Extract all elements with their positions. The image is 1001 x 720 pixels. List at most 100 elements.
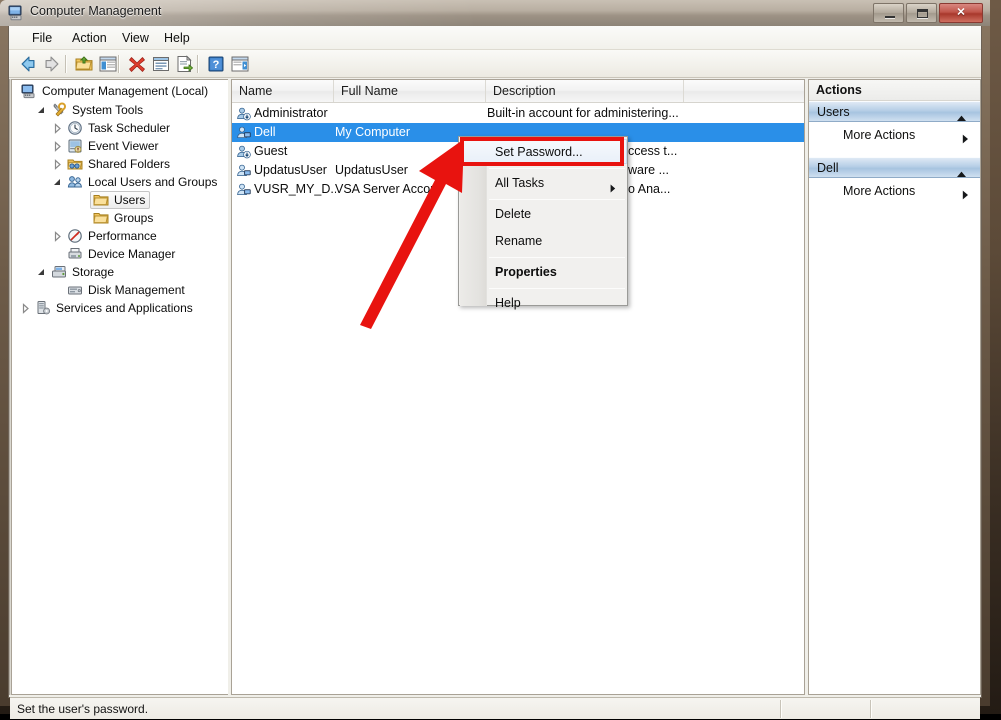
table-row[interactable]: Administrator Built-in account for admin… xyxy=(232,104,804,123)
cell-name: Guest xyxy=(254,142,334,161)
tree-expander-collapsed[interactable] xyxy=(52,231,63,242)
close-button[interactable]: ✕ xyxy=(939,3,983,23)
menu-bar: File Action View Help xyxy=(9,26,981,50)
column-header-description[interactable]: Description xyxy=(486,80,684,102)
context-menu-separator xyxy=(489,168,625,169)
context-menu-item-label: Properties xyxy=(495,259,557,286)
export-list-icon[interactable] xyxy=(174,53,196,75)
context-menu-item-label: Delete xyxy=(495,201,531,228)
tree-item-label: Users xyxy=(114,191,145,209)
show-console-tree-icon[interactable] xyxy=(97,53,119,75)
actions-item-more-actions-users[interactable]: More Actions xyxy=(809,123,980,147)
event-viewer-icon xyxy=(67,138,83,154)
shared-folders-icon xyxy=(67,156,83,172)
actions-item-label: More Actions xyxy=(843,123,915,147)
context-menu-item-all-tasks[interactable]: All Tasks xyxy=(460,170,628,197)
actions-group-label: Users xyxy=(817,102,850,123)
tree-expander-collapsed[interactable] xyxy=(52,141,63,152)
user-builtin-icon xyxy=(236,144,251,159)
cell-description: ware ... xyxy=(628,161,788,180)
tree-item-label: Shared Folders xyxy=(88,155,170,173)
services-icon xyxy=(35,300,51,316)
show-action-pane-icon[interactable] xyxy=(229,53,251,75)
storage-icon xyxy=(51,264,67,280)
actions-group-users[interactable]: Users xyxy=(809,101,980,122)
actions-pane-title: Actions xyxy=(809,80,980,101)
toolbar-separator xyxy=(197,55,198,73)
actions-item-more-actions-dell[interactable]: More Actions xyxy=(809,179,980,203)
tree-item-label: Groups xyxy=(114,209,153,227)
tree-expander-expanded[interactable] xyxy=(52,177,63,188)
window-title: Computer Management xyxy=(30,4,161,18)
folder-icon xyxy=(93,210,109,226)
delete-icon[interactable] xyxy=(126,53,148,75)
submenu-arrow-icon xyxy=(962,187,969,205)
context-menu-item-help[interactable]: Help xyxy=(460,290,628,317)
cell-full-name xyxy=(335,104,485,123)
cell-description: ccess t... xyxy=(628,142,788,161)
tree-item-label: Services and Applications xyxy=(56,299,193,317)
context-menu-item-label: All Tasks xyxy=(495,170,544,197)
list-column-header: Name Full Name Description xyxy=(232,80,804,103)
tree-expander-expanded[interactable] xyxy=(36,105,47,116)
context-menu-item-properties[interactable]: Properties xyxy=(460,259,628,286)
computer-icon xyxy=(21,83,37,99)
annotation-highlight-box xyxy=(460,137,624,166)
tree-expander-collapsed[interactable] xyxy=(52,159,63,170)
up-folder-icon[interactable] xyxy=(73,53,95,75)
menu-view[interactable]: View xyxy=(115,30,156,47)
actions-group-label: Dell xyxy=(817,158,839,179)
folder-icon xyxy=(93,192,109,208)
column-header-full-name[interactable]: Full Name xyxy=(334,80,486,102)
context-menu-item-rename[interactable]: Rename xyxy=(460,228,628,255)
title-bar[interactable]: Computer Management ✕ xyxy=(0,0,990,26)
user-icon xyxy=(236,163,251,178)
menu-help[interactable]: Help xyxy=(157,30,197,47)
status-bar: Set the user's password. xyxy=(10,697,980,719)
cell-name: Administrator xyxy=(254,104,334,123)
tree-item-label: Event Viewer xyxy=(88,137,158,155)
menu-action[interactable]: Action xyxy=(65,30,114,47)
tree-item-label: Disk Management xyxy=(88,281,185,299)
back-icon[interactable] xyxy=(17,53,39,75)
cell-description: Built-in account for administering... xyxy=(487,104,737,123)
actions-group-dell[interactable]: Dell xyxy=(809,157,980,178)
maximize-icon xyxy=(917,9,928,18)
column-header-name[interactable]: Name xyxy=(232,80,334,102)
tree-item-label: Local Users and Groups xyxy=(88,173,217,191)
context-menu-item-label: Help xyxy=(495,290,521,317)
column-header-blank[interactable] xyxy=(684,80,804,102)
minimize-icon xyxy=(885,16,895,18)
tree-item-label: Performance xyxy=(88,227,157,245)
tree-item-label: Device Manager xyxy=(88,245,175,263)
minimize-button[interactable] xyxy=(873,3,904,23)
context-menu-separator xyxy=(489,288,625,289)
tree-item-label: System Tools xyxy=(72,101,143,119)
menu-file[interactable]: File xyxy=(25,30,59,47)
window-frame: Computer Management ✕ File Action View H… xyxy=(0,0,1001,714)
context-menu-item-label: Rename xyxy=(495,228,542,255)
help-icon[interactable]: ? xyxy=(205,53,227,75)
status-bar-text: Set the user's password. xyxy=(17,698,148,720)
user-builtin-icon xyxy=(236,106,251,121)
disk-management-icon xyxy=(67,282,83,298)
svg-text:?: ? xyxy=(213,59,220,71)
properties-icon[interactable] xyxy=(150,53,172,75)
context-menu-item-delete[interactable]: Delete xyxy=(460,201,628,228)
submenu-arrow-icon xyxy=(610,180,616,198)
tree-expander-collapsed[interactable] xyxy=(52,123,63,134)
users-groups-icon xyxy=(67,174,83,190)
cell-name: Dell xyxy=(254,123,334,142)
cell-name: UpdatusUser xyxy=(254,161,334,180)
tree-expander-expanded[interactable] xyxy=(36,267,47,278)
submenu-arrow-icon xyxy=(962,131,969,149)
forward-icon[interactable] xyxy=(41,53,63,75)
toolbar: ? xyxy=(9,50,981,78)
tree-expander-collapsed[interactable] xyxy=(20,303,31,314)
performance-icon xyxy=(67,228,83,244)
tree-item-label: Task Scheduler xyxy=(88,119,170,137)
tree-item-label: Computer Management (Local) xyxy=(42,82,208,100)
status-bar-divider xyxy=(780,700,781,718)
client-area: File Action View Help xyxy=(8,26,982,698)
maximize-button[interactable] xyxy=(906,3,937,23)
